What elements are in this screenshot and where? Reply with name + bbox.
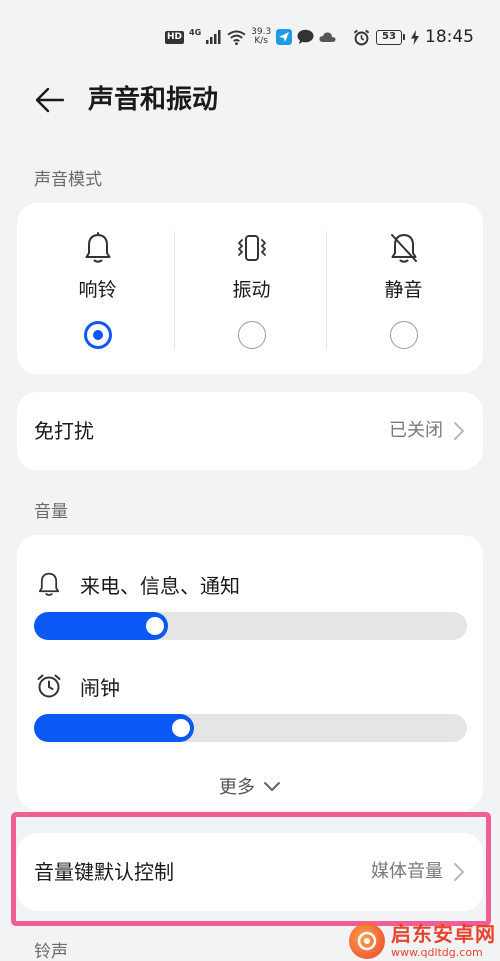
sound-mode-label-silent: 静音: [384, 279, 423, 301]
ring-volume-slider[interactable]: [34, 612, 467, 640]
chevron-right-icon: [454, 863, 464, 881]
more-volume-label: 更多: [219, 777, 255, 798]
vibrate-icon: [235, 231, 269, 265]
sound-mode-card: 响铃 振动 静音: [17, 203, 483, 374]
do-not-disturb-status: 已关闭: [389, 420, 443, 441]
ringtone-section-label: 铃声: [34, 942, 68, 961]
sound-mode-option-ring[interactable]: 响铃: [20, 203, 175, 374]
alarm-clock-icon: [34, 671, 64, 701]
status-bar: HD 4G 39.3 K/s 53 18:45: [0, 0, 500, 76]
message-icon: [297, 29, 314, 44]
watermark: 启东安卓网 www.qdltdg.com: [349, 923, 496, 959]
charging-icon: [411, 29, 419, 45]
volume-key-control-title: 音量键默认控制: [34, 860, 174, 884]
do-not-disturb-row[interactable]: 免打扰 已关闭: [17, 392, 483, 470]
battery-level: 53: [376, 29, 402, 45]
chevron-down-icon: [264, 782, 280, 791]
volume-card: 来电、信息、通知 闹钟 更多: [17, 535, 483, 810]
sound-mode-radio-silent[interactable]: [389, 321, 418, 349]
cloud-icon: [319, 32, 336, 42]
hd-badge: HD: [165, 30, 185, 44]
volume-key-control-row[interactable]: 音量键默认控制 媒体音量: [17, 833, 483, 911]
watermark-logo: [349, 923, 385, 959]
bell-icon: [81, 231, 115, 265]
battery-indicator: 53: [376, 29, 405, 45]
ring-volume-header: 来电、信息、通知: [34, 569, 240, 599]
alarm-status-icon: [353, 29, 370, 45]
battery-tip: [403, 34, 405, 40]
volume-key-control-value: 媒体音量: [371, 861, 443, 882]
volume-section-label: 音量: [34, 502, 68, 522]
send-app-icon: [276, 29, 293, 45]
watermark-title: 启东安卓网: [391, 922, 496, 946]
chevron-right-icon: [454, 422, 464, 440]
title-bar: 声音和振动: [0, 76, 500, 124]
bell-off-icon: [387, 231, 421, 265]
status-time: 18:45: [425, 27, 474, 47]
sound-mode-label-vibrate: 振动: [232, 279, 271, 301]
network-speed: 39.3 K/s: [251, 28, 271, 46]
alarm-volume-fill: [34, 714, 195, 742]
bell-icon: [34, 569, 64, 599]
network-generation: 4G: [189, 27, 202, 37]
sound-vibration-screen: HD 4G 39.3 K/s 53 18:45 声音和振动 声音模式 响铃 振动…: [0, 0, 500, 961]
status-bar-right: 53 18:45: [353, 26, 474, 48]
do-not-disturb-title: 免打扰: [34, 419, 94, 443]
network-speed-unit: K/s: [254, 36, 268, 46]
status-bar-left: HD 4G 39.3 K/s: [165, 26, 336, 48]
more-volume-button[interactable]: 更多: [17, 773, 483, 799]
sound-mode-radio-ring[interactable]: [83, 321, 112, 349]
sound-mode-option-vibrate[interactable]: 振动: [174, 203, 329, 374]
signal-icon: [206, 30, 221, 44]
wifi-icon: [227, 29, 246, 45]
sound-mode-label-ring: 响铃: [78, 279, 117, 301]
back-arrow-icon: [35, 87, 65, 113]
sound-mode-section-label: 声音模式: [34, 170, 102, 190]
back-button[interactable]: [30, 82, 70, 118]
alarm-volume-header: 闹钟: [34, 671, 120, 701]
page-title: 声音和振动: [88, 85, 219, 115]
sound-mode-radio-vibrate[interactable]: [237, 321, 266, 349]
watermark-text: 启东安卓网 www.qdltdg.com: [391, 924, 496, 958]
alarm-volume-slider[interactable]: [34, 714, 467, 742]
alarm-volume-label: 闹钟: [80, 675, 120, 700]
watermark-url: www.qdltdg.com: [391, 946, 483, 959]
sound-mode-option-silent[interactable]: 静音: [326, 203, 481, 374]
ring-volume-label: 来电、信息、通知: [80, 573, 240, 598]
